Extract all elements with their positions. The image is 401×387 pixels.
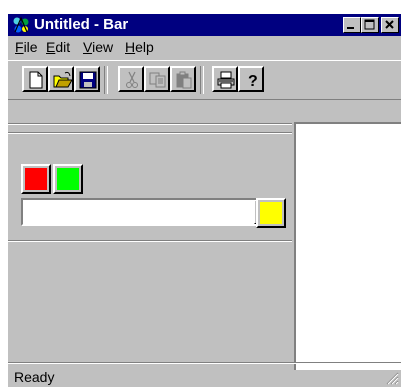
status-divider [8, 362, 401, 364]
svg-text:?: ? [248, 73, 258, 89]
menu-view[interactable]: View [83, 39, 113, 55]
yellow-swatch-fill [260, 202, 282, 224]
toolbar-separator [104, 66, 108, 94]
paste-icon [176, 71, 192, 89]
document-view[interactable] [294, 122, 401, 370]
copy-button[interactable] [144, 66, 170, 92]
pane-top-divider [8, 123, 292, 125]
menu-edit[interactable]: Edit [46, 39, 70, 55]
close-button[interactable] [381, 17, 399, 33]
open-file-button[interactable] [48, 66, 74, 92]
green-color-swatch[interactable] [53, 164, 83, 194]
print-button[interactable] [212, 66, 238, 92]
title-bar[interactable]: Untitled - Bar [8, 14, 401, 36]
app-window: Untitled - Bar File Edit View Help ? Rea… [8, 14, 401, 387]
save-file-button[interactable] [74, 66, 100, 92]
new-document-icon [29, 71, 43, 89]
menu-help[interactable]: Help [125, 39, 154, 55]
menu-bar: File Edit View Help [8, 36, 401, 58]
color-combo-box[interactable] [21, 198, 274, 226]
pane-bottom-divider [8, 240, 292, 242]
maximize-icon [364, 19, 375, 30]
menu-file-label: ile [23, 39, 38, 55]
new-file-button[interactable] [22, 66, 48, 92]
help-question-icon: ? [248, 73, 258, 89]
minimize-icon [347, 27, 354, 29]
paste-button[interactable] [170, 66, 196, 92]
yellow-color-swatch[interactable] [256, 198, 286, 228]
minimize-button[interactable] [343, 17, 361, 33]
window-title: Untitled - Bar [34, 16, 129, 33]
red-swatch-fill [25, 168, 47, 190]
menu-file[interactable]: File [15, 39, 38, 55]
copy-icon [149, 72, 166, 88]
cut-button[interactable] [118, 66, 144, 92]
toolbar-separator [200, 66, 204, 94]
red-color-swatch[interactable] [21, 164, 51, 194]
status-text: Ready [14, 369, 55, 385]
close-icon [385, 20, 394, 29]
floppy-disk-icon [79, 71, 97, 89]
pane-divider [8, 132, 292, 134]
scissors-icon [126, 71, 138, 88]
green-swatch-fill [57, 168, 79, 190]
maximize-button[interactable] [361, 17, 379, 33]
printer-icon [217, 71, 235, 89]
app-icon [13, 16, 29, 33]
open-folder-icon [53, 71, 73, 88]
help-button[interactable]: ? [238, 66, 264, 92]
resize-grip-icon[interactable] [385, 371, 399, 385]
status-bar: Ready [8, 366, 401, 387]
